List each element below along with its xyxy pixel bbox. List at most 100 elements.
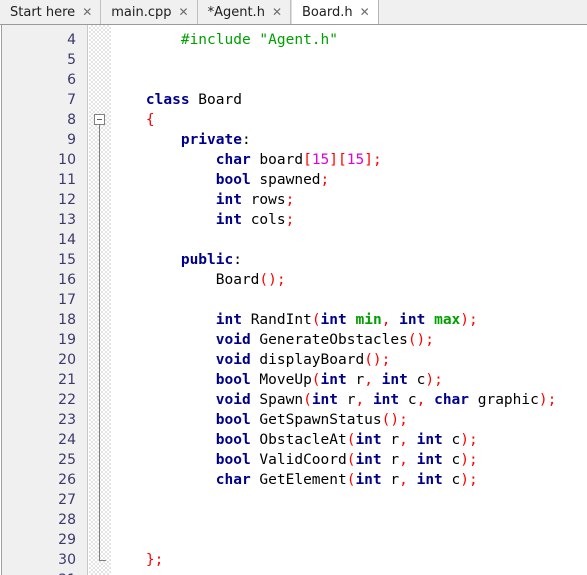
code-token: c [407, 372, 426, 388]
code-line-text: int rows; [111, 190, 295, 210]
code-line-text: private: [111, 130, 251, 150]
code-line[interactable]: 29 [1, 530, 587, 550]
code-token: GetSpawnStatus [250, 412, 382, 428]
code-line[interactable]: 25 bool ValidCoord(int r, int c); [1, 450, 587, 470]
line-number: 31 [1, 570, 76, 575]
code-token: ); [460, 452, 478, 468]
line-number: 5 [67, 52, 76, 68]
line-number: 21 [58, 372, 76, 388]
code-token: char [434, 392, 470, 408]
close-icon[interactable]: ✕ [82, 6, 92, 18]
code-line-text: void Spawn(int r, int c, char graphic); [111, 390, 557, 410]
code-line[interactable]: 10 char board[15][15]; [1, 150, 587, 170]
code-line[interactable]: 28 [1, 510, 587, 530]
code-text-area[interactable]: 4 #include "Agent.h" 5 6 7 class Board 8 {9 … [1, 25, 587, 575]
code-token: int [399, 312, 426, 328]
code-token: public [180, 252, 234, 268]
code-token: (); [364, 352, 391, 368]
code-token: bool [215, 432, 251, 448]
code-line[interactable]: 14 [1, 230, 587, 250]
code-token: cols [241, 212, 286, 228]
code-line[interactable]: 7 class Board [1, 90, 587, 110]
code-line[interactable]: 26 char GetElement(int r, int c); [1, 470, 587, 490]
code-line[interactable]: 16 Board(); [1, 270, 587, 290]
fold-range-guide [99, 125, 100, 560]
code-line[interactable]: 21 bool MoveUp(int r, int c); [1, 370, 587, 390]
code-token: bool [215, 412, 251, 428]
code-line-text: Board(); [111, 270, 286, 290]
code-token: c [442, 472, 461, 488]
code-token: ); [460, 312, 478, 328]
code-token: , [355, 392, 365, 408]
code-line[interactable]: 15 public: [1, 250, 587, 270]
code-line-text: class Board [111, 90, 242, 110]
code-line[interactable]: 11 bool spawned; [1, 170, 587, 190]
code-token: int [416, 432, 443, 448]
code-token: (); [259, 272, 286, 288]
code-token: private [180, 132, 242, 148]
code-line[interactable]: 23 bool GetSpawnStatus(); [1, 410, 587, 430]
code-line[interactable]: 20 void displayBoard(); [1, 350, 587, 370]
code-line[interactable]: 19 void GenerateObstacles(); [1, 330, 587, 350]
code-line[interactable]: 12 int rows; [1, 190, 587, 210]
editor-tab-start-here[interactable]: Start here ✕ [0, 0, 102, 24]
code-line[interactable]: 13 int cols; [1, 210, 587, 230]
code-line[interactable]: 27 [1, 490, 587, 510]
code-line[interactable]: 9 private: [1, 130, 587, 150]
line-number: 15 [58, 252, 76, 268]
close-icon[interactable]: ✕ [360, 6, 370, 18]
code-token: (); [407, 332, 435, 348]
line-number: 26 [58, 472, 76, 488]
line-number: 25 [58, 452, 76, 468]
code-token: , [399, 472, 408, 488]
code-token: MoveUp [250, 372, 312, 388]
code-token: ; [285, 212, 295, 228]
code-line-text: char GetElement(int r, int c); [111, 470, 478, 490]
code-line[interactable]: 31 [1, 570, 587, 575]
code-token: [ [303, 152, 312, 168]
code-line[interactable]: 30 }; [1, 550, 587, 570]
code-editor-pane[interactable]: 4 #include "Agent.h" 5 6 7 class Board 8 {9 … [0, 25, 587, 575]
line-number: 7 [67, 92, 76, 108]
code-token: board [250, 152, 304, 168]
editor-tab-board-h[interactable]: Board.h ✕ [291, 0, 379, 24]
editor-tab-main-cpp[interactable]: main.cpp ✕ [101, 0, 198, 24]
code-line-text: #include "Agent.h" [111, 30, 338, 50]
code-line[interactable]: 4 #include "Agent.h" [1, 30, 587, 50]
code-token: ]; [364, 152, 382, 168]
code-token: bool [215, 372, 251, 388]
code-token: "Agent.h" [259, 32, 338, 48]
code-token: ); [538, 392, 557, 408]
code-line[interactable]: 18 int RandInt(int min, int max); [1, 310, 587, 330]
code-line[interactable]: 6 [1, 70, 587, 90]
tab-label: Start here [10, 4, 76, 20]
line-number: 8 [67, 112, 76, 128]
line-number: 24 [58, 432, 76, 448]
code-line-text: bool GetSpawnStatus(); [111, 410, 408, 430]
code-line[interactable]: 24 bool ObstacleAt(int r, int c); [1, 430, 587, 450]
code-line-text: char board[15][15]; [111, 150, 382, 170]
code-line[interactable]: 22 void Spawn(int r, int c, char graphic… [1, 390, 587, 410]
code-token: graphic [469, 392, 539, 408]
code-line[interactable]: 17 [1, 290, 587, 310]
code-token: bool [215, 452, 251, 468]
close-icon[interactable]: ✕ [179, 6, 189, 18]
code-line[interactable]: 8 { [1, 110, 587, 130]
editor-tab-agent-h[interactable]: *Agent.h ✕ [197, 0, 291, 24]
code-line[interactable]: 5 [1, 50, 587, 70]
code-line-text: void displayBoard(); [111, 350, 391, 370]
fold-collapse-icon[interactable] [94, 114, 105, 125]
code-token: ObstacleAt [250, 432, 347, 448]
code-token: rows [241, 192, 286, 208]
close-icon[interactable]: ✕ [272, 6, 282, 18]
code-token: int [355, 452, 382, 468]
